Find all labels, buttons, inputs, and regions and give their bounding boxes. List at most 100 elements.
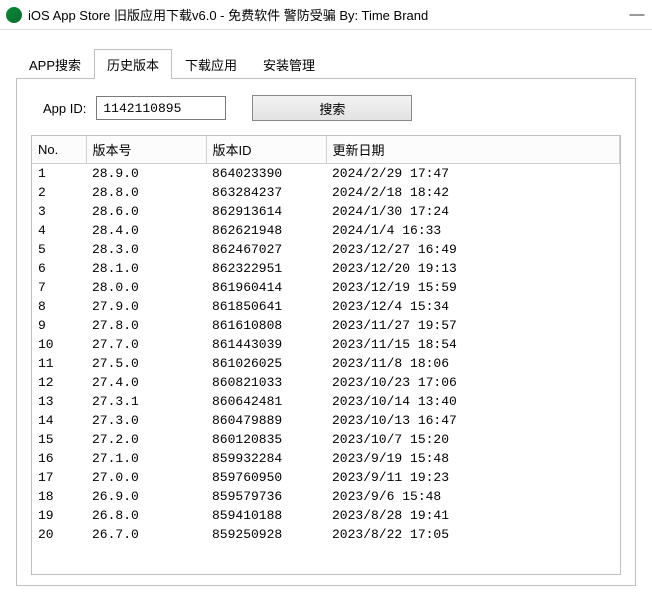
cell-version: 27.3.1: [86, 392, 206, 411]
tab-history-versions[interactable]: 历史版本: [94, 49, 172, 79]
cell-version-id: 864023390: [206, 164, 326, 184]
cell-no: 8: [32, 297, 86, 316]
cell-no: 16: [32, 449, 86, 468]
table-row[interactable]: 927.8.08616108082023/11/27 19:57: [32, 316, 620, 335]
tab-bar: APP搜索 历史版本 下载应用 安装管理: [16, 48, 636, 79]
cell-date: 2023/10/7 15:20: [326, 430, 620, 449]
versions-table-wrap: No. 版本号 版本ID 更新日期 128.9.08640233902024/2…: [31, 135, 621, 575]
table-row[interactable]: 1826.9.08595797362023/9/6 15:48: [32, 487, 620, 506]
cell-date: 2024/2/29 17:47: [326, 164, 620, 184]
cell-no: 5: [32, 240, 86, 259]
th-no[interactable]: No.: [32, 136, 86, 164]
cell-version-id: 860821033: [206, 373, 326, 392]
cell-version: 27.0.0: [86, 468, 206, 487]
table-row[interactable]: 628.1.08623229512023/12/20 19:13: [32, 259, 620, 278]
cell-version: 26.7.0: [86, 525, 206, 544]
cell-no: 13: [32, 392, 86, 411]
cell-no: 9: [32, 316, 86, 335]
app-id-label: App ID:: [43, 101, 86, 116]
th-date[interactable]: 更新日期: [326, 136, 620, 164]
cell-no: 1: [32, 164, 86, 184]
minimize-button[interactable]: —: [628, 6, 646, 23]
cell-date: 2023/8/22 17:05: [326, 525, 620, 544]
cell-no: 17: [32, 468, 86, 487]
table-row[interactable]: 1127.5.08610260252023/11/8 18:06: [32, 354, 620, 373]
cell-version-id: 860479889: [206, 411, 326, 430]
cell-version-id: 861610808: [206, 316, 326, 335]
table-row[interactable]: 1926.8.08594101882023/8/28 19:41: [32, 506, 620, 525]
cell-no: 10: [32, 335, 86, 354]
cell-version-id: 861850641: [206, 297, 326, 316]
cell-version: 26.9.0: [86, 487, 206, 506]
table-row[interactable]: 1327.3.18606424812023/10/14 13:40: [32, 392, 620, 411]
cell-no: 7: [32, 278, 86, 297]
tab-download-app[interactable]: 下载应用: [172, 49, 250, 79]
cell-version: 27.5.0: [86, 354, 206, 373]
cell-version-id: 863284237: [206, 183, 326, 202]
cell-date: 2023/10/13 16:47: [326, 411, 620, 430]
window-title: iOS App Store 旧版应用下载v6.0 - 免费软件 警防受骗 By:…: [28, 5, 428, 24]
cell-no: 3: [32, 202, 86, 221]
table-row[interactable]: 328.6.08629136142024/1/30 17:24: [32, 202, 620, 221]
app-id-input[interactable]: [96, 96, 226, 120]
cell-version-id: 859760950: [206, 468, 326, 487]
table-row[interactable]: 1527.2.08601208352023/10/7 15:20: [32, 430, 620, 449]
cell-date: 2024/1/30 17:24: [326, 202, 620, 221]
cell-version: 28.3.0: [86, 240, 206, 259]
cell-date: 2023/8/28 19:41: [326, 506, 620, 525]
cell-version-id: 862322951: [206, 259, 326, 278]
cell-no: 19: [32, 506, 86, 525]
table-header-row: No. 版本号 版本ID 更新日期: [32, 136, 620, 164]
cell-version: 27.2.0: [86, 430, 206, 449]
table-row[interactable]: 2026.7.08592509282023/8/22 17:05: [32, 525, 620, 544]
table-row[interactable]: 128.9.08640233902024/2/29 17:47: [32, 164, 620, 184]
cell-date: 2023/9/19 15:48: [326, 449, 620, 468]
cell-version-id: 860642481: [206, 392, 326, 411]
cell-no: 11: [32, 354, 86, 373]
cell-no: 20: [32, 525, 86, 544]
tab-install-manage[interactable]: 安装管理: [250, 49, 328, 79]
cell-version: 27.7.0: [86, 335, 206, 354]
table-row[interactable]: 1227.4.08608210332023/10/23 17:06: [32, 373, 620, 392]
table-row[interactable]: 1427.3.08604798892023/10/13 16:47: [32, 411, 620, 430]
cell-version-id: 859250928: [206, 525, 326, 544]
cell-version-id: 859932284: [206, 449, 326, 468]
cell-date: 2024/1/4 16:33: [326, 221, 620, 240]
cell-version: 28.8.0: [86, 183, 206, 202]
th-version-id[interactable]: 版本ID: [206, 136, 326, 164]
cell-date: 2023/9/11 19:23: [326, 468, 620, 487]
cell-version-id: 862467027: [206, 240, 326, 259]
cell-version-id: 861443039: [206, 335, 326, 354]
tab-app-search[interactable]: APP搜索: [16, 49, 94, 79]
table-row[interactable]: 827.9.08618506412023/12/4 15:34: [32, 297, 620, 316]
cell-version: 27.8.0: [86, 316, 206, 335]
cell-no: 6: [32, 259, 86, 278]
window-controls: —: [628, 6, 646, 23]
cell-version-id: 862621948: [206, 221, 326, 240]
cell-date: 2023/10/23 17:06: [326, 373, 620, 392]
cell-version: 26.8.0: [86, 506, 206, 525]
th-version[interactable]: 版本号: [86, 136, 206, 164]
cell-version: 27.3.0: [86, 411, 206, 430]
table-row[interactable]: 728.0.08619604142023/12/19 15:59: [32, 278, 620, 297]
table-row[interactable]: 528.3.08624670272023/12/27 16:49: [32, 240, 620, 259]
cell-version-id: 861026025: [206, 354, 326, 373]
cell-date: 2024/2/18 18:42: [326, 183, 620, 202]
cell-version: 27.4.0: [86, 373, 206, 392]
table-row[interactable]: 428.4.08626219482024/1/4 16:33: [32, 221, 620, 240]
titlebar-left: iOS App Store 旧版应用下载v6.0 - 免费软件 警防受骗 By:…: [6, 5, 428, 24]
cell-no: 15: [32, 430, 86, 449]
cell-version: 27.1.0: [86, 449, 206, 468]
cell-no: 4: [32, 221, 86, 240]
cell-no: 12: [32, 373, 86, 392]
table-row[interactable]: 1627.1.08599322842023/9/19 15:48: [32, 449, 620, 468]
table-row[interactable]: 228.8.08632842372024/2/18 18:42: [32, 183, 620, 202]
cell-date: 2023/12/19 15:59: [326, 278, 620, 297]
table-row[interactable]: 1727.0.08597609502023/9/11 19:23: [32, 468, 620, 487]
table-row[interactable]: 1027.7.08614430392023/11/15 18:54: [32, 335, 620, 354]
titlebar: iOS App Store 旧版应用下载v6.0 - 免费软件 警防受骗 By:…: [0, 0, 652, 30]
cell-no: 14: [32, 411, 86, 430]
search-button[interactable]: 搜索: [252, 95, 412, 121]
cell-version-id: 859410188: [206, 506, 326, 525]
cell-version: 27.9.0: [86, 297, 206, 316]
